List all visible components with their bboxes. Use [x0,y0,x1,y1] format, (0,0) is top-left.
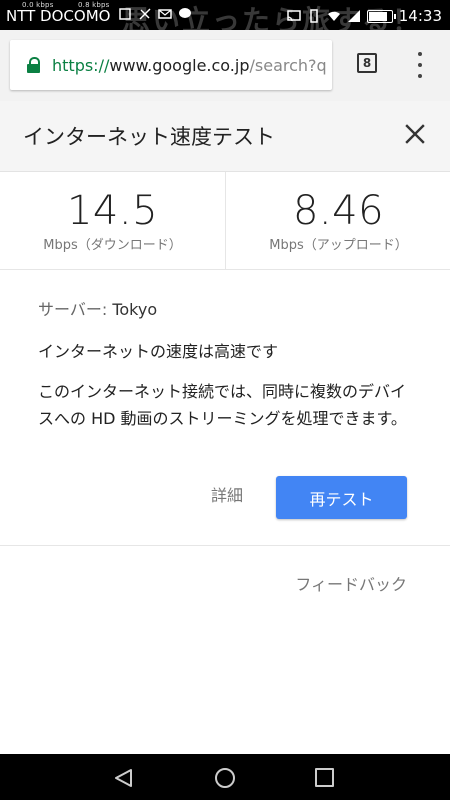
url-host: www.google.co.jp [109,55,250,75]
system-icons: 14:33 [287,7,442,25]
clock: 14:33 [398,7,442,25]
speed-description: このインターネット接続では、同時に複数のデバイスへの HD 動画のストリーミング… [38,382,407,428]
speed-verdict: インターネットの速度は高速です [38,342,279,361]
close-icon[interactable] [404,123,426,145]
speed-results: 14.5 Mbps（ダウンロード） 8.46 Mbps（アップロード） [0,172,450,270]
tab-switcher-button[interactable]: 8 [357,53,377,73]
speed-test-header: インターネット速度テスト [0,101,450,172]
retest-label: 再テスト [309,489,374,509]
details-button[interactable]: 詳細 [195,484,259,508]
upload-speed-label: Mbps（アップロード） [269,238,408,253]
carrier-name: NTT DOCOMO [6,7,111,25]
cell-signal-icon [347,10,360,22]
recent-apps-icon[interactable] [315,768,334,787]
status-bar: 0.0 kbps 0.8 kbps NTT DOCOMO 思い立ったら旅する！ … [0,0,450,30]
lock-icon [27,57,40,73]
url-scheme: https:// [52,55,110,75]
speed-test-title: インターネット速度テスト [23,125,275,149]
battery-icon [366,9,396,23]
navigation-bar [0,754,450,800]
cast-icon [287,10,301,22]
divider [0,545,450,546]
server-label: サーバー: [38,300,113,319]
browser-toolbar: https://www.google.co.jp/search?q 8 [0,30,450,101]
server-info: サーバー: Tokyo [38,296,157,320]
download-speed-value: 14.5 [66,188,159,234]
battery-fill [368,11,388,21]
retest-button[interactable]: 再テスト [276,476,407,519]
download-speed-label: Mbps（ダウンロード） [43,238,182,253]
wifi-icon [327,11,340,21]
overflow-menu-icon[interactable] [415,52,425,78]
upload-result: 8.46 Mbps（アップロード） [225,172,450,269]
vibrate-icon [310,9,318,23]
url-path: /search?q [249,55,327,75]
address-bar[interactable]: https://www.google.co.jp/search?q [10,40,332,90]
download-result: 14.5 Mbps（ダウンロード） [0,172,225,269]
server-value: Tokyo [112,300,158,319]
upload-speed-value: 8.46 [292,188,385,234]
url-text[interactable]: https://www.google.co.jp/search?q [52,56,327,75]
feedback-link[interactable]: フィードバック [295,571,407,595]
tab-count: 8 [362,56,372,70]
back-icon[interactable] [113,768,135,788]
home-icon[interactable] [214,767,236,789]
